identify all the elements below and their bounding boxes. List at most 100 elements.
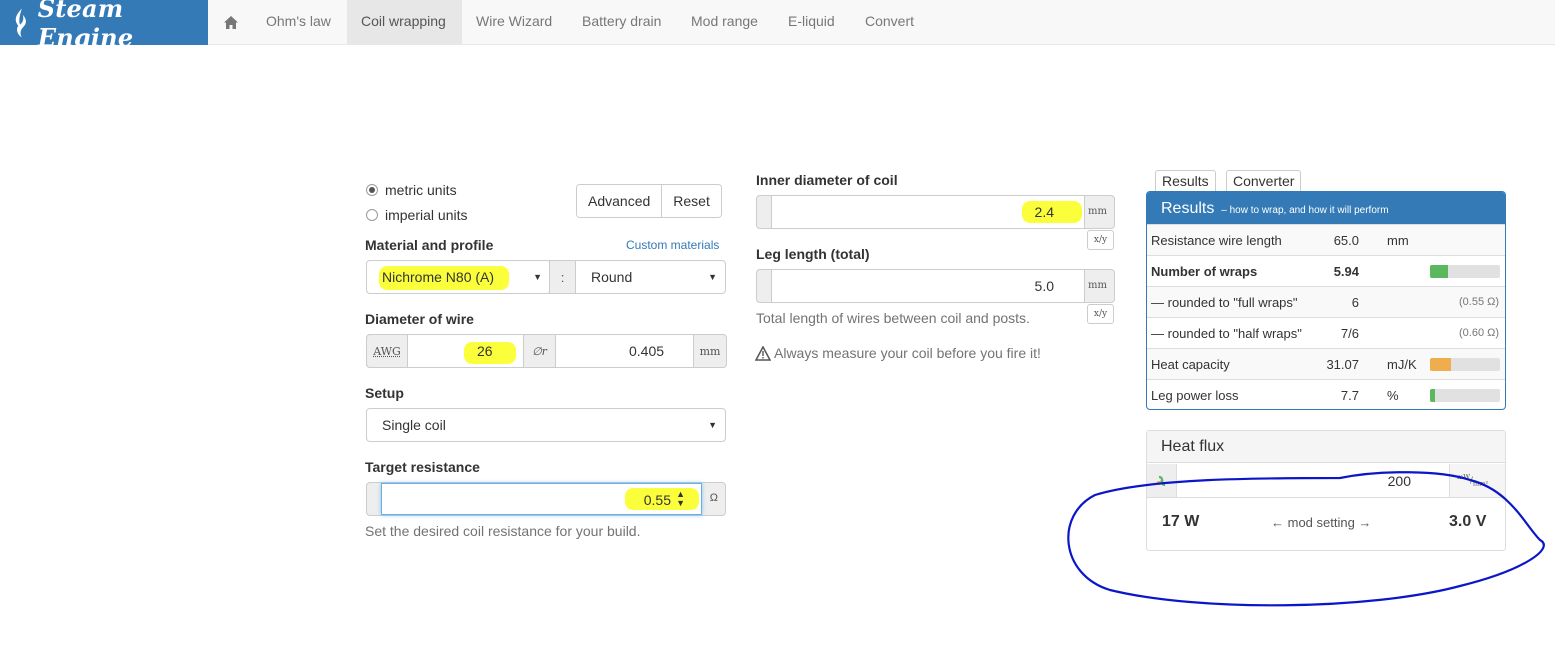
awg-input[interactable]: 26 [477, 343, 493, 359]
leg-length-value: 5.0 [1034, 278, 1054, 294]
mod-power: 17 W [1162, 513, 1200, 530]
results-row: — rounded to "half wraps" 7/6 (0.60 Ω) [1147, 317, 1505, 348]
brand-name: Steam Engine [37, 0, 134, 52]
target-unit: Ω [709, 492, 718, 504]
results-row-bar [1430, 389, 1500, 402]
heat-flux-panel: Heat flux 200 mW/mm² 17 W ← mod setting … [1146, 430, 1506, 551]
top-navbar: Steam Engine Ohm's law Coil wrapping Wir… [0, 0, 1555, 52]
results-row-label: Leg power loss [1151, 388, 1239, 403]
target-resistance-value: 0.55 [643, 492, 671, 508]
results-row-bar-fill [1430, 389, 1435, 402]
material-value: Nichrome N80 (A) [382, 269, 495, 285]
nav-mod-range[interactable]: Mod range [677, 0, 772, 45]
nav-ohms-law[interactable]: Ohm's law [252, 0, 345, 45]
inner-diameter-input[interactable]: 2.4 [771, 195, 1085, 229]
metric-units-label: metric units [385, 182, 457, 198]
results-row-value: 65.0 [1333, 233, 1359, 248]
flame-icon [15, 8, 26, 37]
results-row-value: 7.7 [1340, 388, 1359, 403]
imperial-units-radio[interactable] [366, 209, 378, 221]
warning-message: Always measure your coil before you fire… [755, 345, 1041, 361]
home-icon[interactable] [208, 0, 254, 45]
results-row-unit: % [1387, 388, 1399, 403]
material-select[interactable]: Nichrome N80 (A) ▼ [366, 260, 551, 294]
results-row-value: 6 [1351, 295, 1359, 310]
imperial-units-label: imperial units [385, 207, 468, 223]
wire-diameter-label: Diameter of wire [365, 311, 474, 327]
results-row-bar-fill [1430, 265, 1448, 278]
leg-length-label: Leg length (total) [756, 246, 870, 262]
heat-flux-group: 200 mW/mm² [1147, 464, 1505, 498]
chevron-down-icon: ▼ [708, 272, 717, 282]
spinner-icon[interactable]: ▲ ▼ [676, 490, 685, 508]
results-panel: Results – how to wrap, and how it will p… [1146, 191, 1506, 410]
leg-length-input[interactable]: 5.0 [771, 269, 1085, 303]
nav-convert[interactable]: Convert [851, 0, 928, 45]
wire-diameter-group: AWG 26 ∅r 0.405 mm [366, 334, 727, 368]
diameter-addon: ∅r [523, 334, 556, 368]
mod-setting-label: ← mod setting → [1271, 515, 1372, 530]
tab-results[interactable]: Results [1155, 170, 1216, 192]
nav-e-liquid[interactable]: E-liquid [774, 0, 849, 45]
target-resistance-input[interactable]: 0.55 ▲ ▼ [381, 483, 702, 515]
setup-value: Single coil [382, 417, 446, 433]
heat-flux-title: Heat flux [1147, 431, 1505, 463]
results-row-bar-fill [1430, 358, 1451, 371]
results-row: — rounded to "full wraps" 6 (0.55 Ω) [1147, 286, 1505, 317]
inner-xy-button[interactable]: x/y [1087, 230, 1114, 250]
leg-unit: mm [1088, 280, 1107, 291]
results-table: Resistance wire length 65.0 mm Number of wr… [1147, 224, 1505, 409]
tab-converter[interactable]: Converter [1226, 170, 1302, 192]
results-row-label: Resistance wire length [1151, 233, 1282, 248]
leg-length-group: 5.0 mm [756, 269, 1115, 303]
leg-help-text: Total length of wires between coil and p… [756, 310, 1030, 326]
nav-coil-wrapping[interactable]: Coil wrapping [347, 0, 462, 45]
setup-select[interactable]: Single coil ▼ [366, 408, 726, 442]
metric-units-radio[interactable] [366, 184, 378, 196]
mod-voltage: 3.0 V [1449, 513, 1487, 530]
awg-addon: AWG [366, 334, 408, 368]
warning-icon [755, 345, 771, 361]
profile-select[interactable]: Round ▼ [575, 260, 726, 294]
results-row-value: 5.94 [1333, 264, 1359, 279]
results-row-value: 31.07 [1326, 357, 1359, 372]
inner-unit: mm [1088, 206, 1107, 217]
results-row-resistance: (0.60 Ω) [1458, 327, 1499, 339]
results-row: Resistance wire length 65.0 mm [1147, 224, 1505, 255]
warning-text: Always measure your coil before you fire… [774, 345, 1041, 361]
results-row-label: — rounded to "half wraps" [1151, 326, 1302, 341]
results-header: Results – how to wrap, and how it will p… [1147, 192, 1505, 224]
chevron-down-icon: ▼ [708, 420, 717, 430]
material-label: Material and profile [365, 237, 494, 253]
nav-battery-drain[interactable]: Battery drain [568, 0, 675, 45]
setup-label: Setup [365, 385, 404, 401]
results-subtitle: – how to wrap, and how it will perform [1221, 205, 1389, 216]
target-help-text: Set the desired coil resistance for your… [365, 523, 641, 539]
results-row-unit: mJ/K [1387, 357, 1417, 372]
results-row: Leg power loss 7.7% [1147, 379, 1505, 409]
results-row-label: Number of wraps [1151, 264, 1258, 279]
nav-wire-wizard[interactable]: Wire Wizard [462, 0, 566, 45]
results-row: Number of wraps 5.94 [1147, 255, 1505, 286]
target-resistance-label: Target resistance [365, 459, 480, 475]
results-row-label: — rounded to "full wraps" [1151, 295, 1298, 310]
leg-xy-button[interactable]: x/y [1087, 304, 1114, 324]
link-icon[interactable] [1147, 464, 1177, 497]
chevron-down-icon: ▼ [533, 272, 542, 282]
results-row: Heat capacity 31.07 mJ/K [1147, 348, 1505, 379]
heat-flux-input[interactable]: 200 [1388, 473, 1411, 489]
results-row-bar [1430, 358, 1500, 371]
reset-button[interactable]: Reset [661, 185, 721, 217]
diameter-input[interactable]: 0.405 [629, 343, 664, 359]
custom-materials-link[interactable]: Custom materials [626, 238, 719, 252]
advanced-button[interactable]: Advanced [577, 185, 662, 217]
wire-unit: mm [693, 334, 727, 368]
inner-diameter-label: Inner diameter of coil [756, 172, 898, 188]
brand-logo[interactable]: Steam Engine [0, 0, 208, 52]
target-resistance-group: 0.55 ▲ ▼ Ω [366, 482, 726, 516]
inner-diameter-value: 2.4 [1034, 204, 1054, 220]
results-row-unit: mm [1387, 233, 1409, 248]
results-row-resistance: (0.55 Ω) [1458, 296, 1499, 308]
advanced-reset-group: Advanced Reset [576, 184, 722, 218]
material-separator: : [549, 260, 576, 294]
